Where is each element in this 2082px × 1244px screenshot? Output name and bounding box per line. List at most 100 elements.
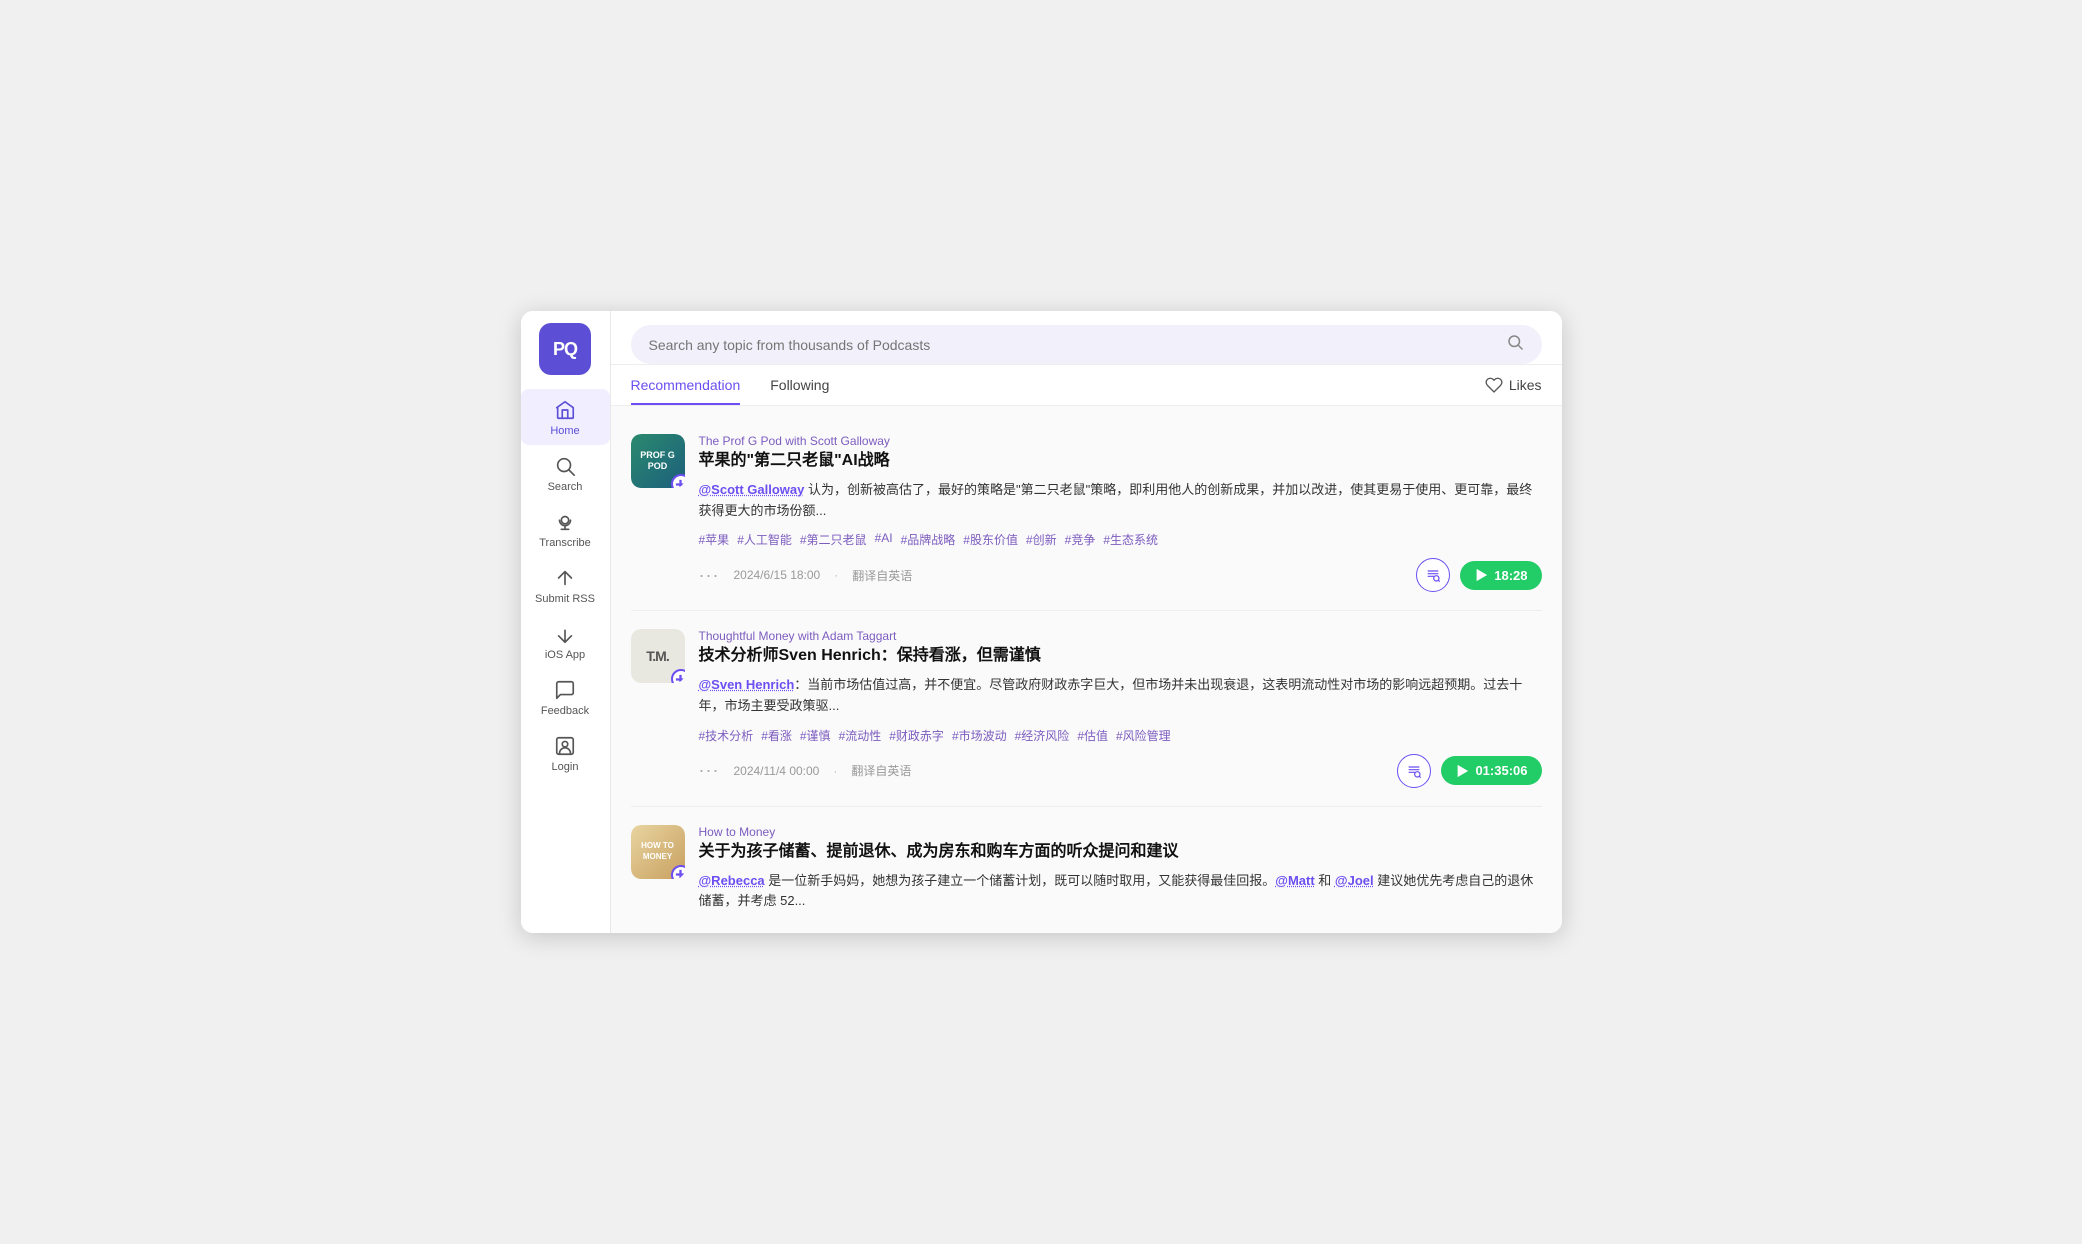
tag-t2[interactable]: #谨慎 [800,727,831,744]
sidebar-item-home-label: Home [550,425,579,437]
podcast-name-3[interactable]: How to Money [699,825,1542,839]
feedback-icon [554,679,576,701]
tag-3[interactable]: #AI [875,531,893,548]
sidebar-item-submit-rss-label: Submit RSS [535,593,595,605]
meta-row-1: ··· 2024/6/15 18:00 · 翻译自英语 18:28 [699,558,1542,592]
play-button-1[interactable]: 18:28 [1460,561,1541,590]
mention-matt[interactable]: @Matt [1275,873,1314,888]
episode-summary-2: @Sven Henrich：当前市场估值过高，并不便宜。尽管政府财政赤字巨大，但… [699,675,1542,717]
tag-t3[interactable]: #流动性 [839,727,882,744]
tag-1[interactable]: #人工智能 [737,531,792,548]
play-button-2[interactable]: 01:35:06 [1441,756,1541,785]
tabs-row: Recommendation Following Likes [611,365,1562,406]
tags-row-2: #技术分析 #看涨 #谨慎 #流动性 #财政赤字 #市场波动 #经济风险 #估值… [699,727,1542,744]
sidebar-item-search-label: Search [548,481,583,493]
add-podcast-2-button[interactable] [671,669,685,683]
podcast-name-1[interactable]: The Prof G Pod with Scott Galloway [699,434,1542,448]
home-icon [554,399,576,421]
sidebar-item-search[interactable]: Search [521,445,610,501]
podcast-name-2[interactable]: Thoughtful Money with Adam Taggart [699,629,1542,643]
play-icon-2 [1455,764,1469,778]
sidebar-item-transcribe-label: Transcribe [539,537,591,549]
transcript-button-2[interactable] [1397,754,1431,788]
app-window: PQ Home Search Transcribe Submit RSS iOS… [521,311,1562,933]
summary-text-1: 认为，创新被高估了，最好的策略是"第二只老鼠"策略，即利用他人的创新成果，并加以… [699,482,1533,518]
podcast-thumb-1: PROF G POD [631,434,685,488]
meta-date-2: 2024/11/4 00:00 [733,764,819,778]
sidebar-item-feedback-label: Feedback [541,705,589,717]
likes-label: Likes [1509,377,1542,393]
summary-text-2: ：当前市场估值过高，并不便宜。尽管政府财政赤字巨大，但市场并未出现衰退，这表明流… [699,677,1523,713]
meta-row-2: ··· 2024/11/4 00:00 · 翻译自英语 01:35:06 [699,754,1542,788]
sidebar-item-transcribe[interactable]: Transcribe [521,501,610,557]
sidebar-item-feedback[interactable]: Feedback [521,669,610,725]
transcript-icon-2 [1406,763,1422,779]
tag-6[interactable]: #创新 [1026,531,1057,548]
meta-actions-1: 18:28 [1416,558,1541,592]
tag-t4[interactable]: #财政赤字 [889,727,944,744]
sidebar-item-login[interactable]: Login [521,725,610,781]
transcript-button-1[interactable] [1416,558,1450,592]
login-icon [554,735,576,757]
play-icon-1 [1474,568,1488,582]
meta-translate-2: 翻译自英语 [851,762,911,779]
sidebar-item-ios-app-label: iOS App [545,649,585,661]
sidebar-item-ios-app[interactable]: iOS App [521,613,610,669]
podcast-thumb-2: T.M. [631,629,685,683]
search-submit-icon[interactable] [1506,333,1524,356]
mention-joel[interactable]: @Joel [1335,873,1374,888]
main-content: Recommendation Following Likes PROF G PO… [611,311,1562,933]
tag-t7[interactable]: #估值 [1077,727,1108,744]
search-input[interactable] [649,337,1496,353]
tag-8[interactable]: #生态系统 [1103,531,1158,548]
feed-item-2: T.M. Thoughtful Money with Adam Taggart … [631,611,1542,806]
feed-content-2: Thoughtful Money with Adam Taggart 技术分析师… [699,629,1542,787]
feed: PROF G POD The Prof G Pod with Scott Gal… [611,406,1562,933]
transcribe-icon [554,511,576,533]
likes-button[interactable]: Likes [1485,376,1542,394]
search-nav-icon [554,455,576,477]
episode-summary-1: @Scott Galloway 认为，创新被高估了，最好的策略是"第二只老鼠"策… [699,480,1542,522]
meta-actions-2: 01:35:06 [1397,754,1541,788]
tag-t6[interactable]: #经济风险 [1015,727,1070,744]
feed-content-1: The Prof G Pod with Scott Galloway 苹果的"第… [699,434,1542,592]
search-input-container [631,325,1542,364]
tag-7[interactable]: #竞争 [1065,531,1096,548]
tags-row-1: #苹果 #人工智能 #第二只老鼠 #AI #品牌战略 #股东价值 #创新 #竞争… [699,531,1542,548]
tag-4[interactable]: #品牌战略 [901,531,956,548]
tag-0[interactable]: #苹果 [699,531,730,548]
duration-1: 18:28 [1494,568,1527,583]
tag-2[interactable]: #第二只老鼠 [800,531,867,548]
tab-following[interactable]: Following [770,365,829,405]
tag-t8[interactable]: #风险管理 [1116,727,1171,744]
episode-title-1: 苹果的"第二只老鼠"AI战略 [699,451,1542,472]
more-button-2[interactable]: ··· [699,760,720,781]
more-button-1[interactable]: ··· [699,565,720,586]
mention-sven[interactable]: @Sven Henrich [699,677,795,692]
ios-app-icon [554,623,576,645]
feed-item-3: HOW TO MONEY How to Money 关于为孩子储蓄、提前退休、成… [631,807,1542,933]
tab-recommendation[interactable]: Recommendation [631,365,741,405]
summary-text-3b: 和 [1315,873,1335,888]
submit-rss-icon [554,567,576,589]
app-logo[interactable]: PQ [539,323,591,375]
feed-content-3: How to Money 关于为孩子储蓄、提前退休、成为房东和购车方面的听众提问… [699,825,1542,922]
meta-date-1: 2024/6/15 18:00 [733,568,820,582]
mention-scott[interactable]: @Scott Galloway [699,482,805,497]
sidebar: PQ Home Search Transcribe Submit RSS iOS… [521,311,611,933]
episode-summary-3: @Rebecca 是一位新手妈妈，她想为孩子建立一个储蓄计划，既可以随时取用，又… [699,871,1542,913]
sidebar-item-submit-rss[interactable]: Submit RSS [521,557,610,613]
sidebar-item-home[interactable]: Home [521,389,610,445]
mention-rebecca[interactable]: @Rebecca [699,873,765,888]
podcast-thumb-3: HOW TO MONEY [631,825,685,879]
logo-text: PQ [553,339,577,360]
tag-t0[interactable]: #技术分析 [699,727,754,744]
tag-t5[interactable]: #市场波动 [952,727,1007,744]
tag-t1[interactable]: #看涨 [761,727,792,744]
meta-translate-1: 翻译自英语 [852,567,912,584]
episode-title-2: 技术分析师Sven Henrich：保持看涨，但需谨慎 [699,646,1542,667]
transcript-icon-1 [1425,567,1441,583]
tag-5[interactable]: #股东价值 [963,531,1018,548]
episode-title-3: 关于为孩子储蓄、提前退休、成为房东和购车方面的听众提问和建议 [699,842,1542,863]
heart-icon [1485,376,1503,394]
